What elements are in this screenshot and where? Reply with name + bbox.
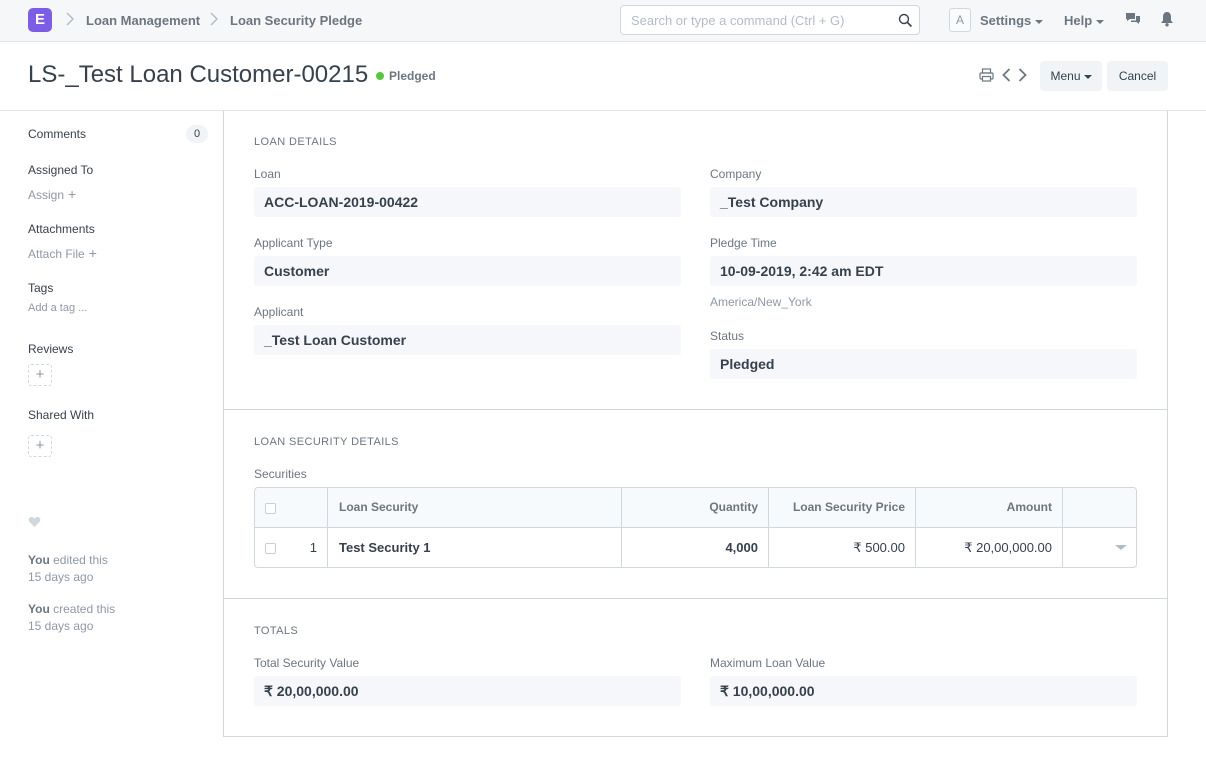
maximum-loan-value-label: Maximum Loan Value xyxy=(710,656,826,670)
column-header-loan-security-price[interactable]: Loan Security Price xyxy=(793,500,905,514)
menu-button-label: Menu xyxy=(1050,69,1081,83)
column-divider xyxy=(327,488,328,567)
loan-label: Loan xyxy=(254,167,281,181)
column-divider xyxy=(1062,488,1063,567)
activity-action: created this xyxy=(53,602,116,616)
shared-with-label: Shared With xyxy=(28,408,95,422)
status-label: Status xyxy=(710,329,745,343)
applicant-type-label: Applicant Type xyxy=(254,236,333,250)
loan-details-heading: LOAN DETAILS xyxy=(254,136,337,148)
row-index: 1 xyxy=(309,540,317,555)
company-label: Company xyxy=(710,167,762,181)
plus-icon: + xyxy=(88,245,97,261)
total-security-value-field[interactable]: ₹ 20,00,000.00 xyxy=(254,676,681,706)
search-box xyxy=(620,5,920,35)
column-header-amount[interactable]: Amount xyxy=(1007,500,1052,514)
add-review-button[interactable]: + xyxy=(28,364,52,386)
plus-icon: + xyxy=(35,366,45,383)
column-divider xyxy=(621,488,622,567)
settings-label: Settings xyxy=(980,13,1032,28)
applicant-field[interactable]: _Test Loan Customer xyxy=(254,325,681,355)
total-security-value-label: Total Security Value xyxy=(254,656,360,670)
company-field[interactable]: _Test Company xyxy=(710,187,1137,217)
settings-dropdown[interactable]: Settings xyxy=(980,13,1044,28)
caret-down-icon xyxy=(1035,19,1044,24)
comments-label: Comments xyxy=(28,127,87,141)
avatar[interactable]: A xyxy=(949,8,971,32)
loan-field[interactable]: ACC-LOAN-2019-00422 xyxy=(254,187,681,217)
pledge-time-field[interactable]: 10-09-2019, 2:42 am EDT xyxy=(710,256,1137,286)
activity-time: 15 days ago xyxy=(28,619,94,633)
attach-file-link-label: Attach File xyxy=(28,247,85,261)
section-divider xyxy=(224,409,1167,410)
caret-down-icon xyxy=(1096,19,1105,24)
assigned-to-label: Assigned To xyxy=(28,163,94,177)
pledge-time-label: Pledge Time xyxy=(710,236,777,250)
activity-action: edited this xyxy=(53,553,108,567)
add-tag-link[interactable]: Add a tag ... xyxy=(28,302,87,314)
securities-table: Loan Security Quantity Loan Security Pri… xyxy=(254,487,1137,568)
navbar: E Loan Management Loan Security Pledge A… xyxy=(0,0,1206,42)
section-divider xyxy=(224,598,1167,599)
activity-user: You xyxy=(28,553,50,567)
cell-loan-security-price[interactable]: ₹ 500.00 xyxy=(853,540,905,556)
assign-link-label: Assign xyxy=(28,188,65,202)
search-input[interactable] xyxy=(621,6,891,34)
cell-amount[interactable]: ₹ 20,00,000.00 xyxy=(964,540,1052,556)
status-indicator-label: Pledged xyxy=(389,69,436,83)
row-dropdown-icon[interactable] xyxy=(1115,545,1127,550)
menu-button[interactable]: Menu xyxy=(1040,61,1102,91)
heart-icon[interactable] xyxy=(28,516,41,531)
help-dropdown[interactable]: Help xyxy=(1064,13,1105,28)
cell-quantity[interactable]: 4,000 xyxy=(725,540,758,555)
bell-icon[interactable] xyxy=(1160,11,1174,30)
activity-time: 15 days ago xyxy=(28,570,94,584)
activity-user: You xyxy=(28,602,50,616)
breadcrumb-loan-security-pledge[interactable]: Loan Security Pledge xyxy=(230,13,362,28)
status-field[interactable]: Pledged xyxy=(710,349,1137,379)
help-label: Help xyxy=(1064,13,1093,28)
plus-icon: + xyxy=(35,437,45,454)
tags-label: Tags xyxy=(28,281,54,295)
app-logo[interactable]: E xyxy=(28,8,52,32)
cancel-button[interactable]: Cancel xyxy=(1107,61,1168,91)
select-all-checkbox[interactable] xyxy=(265,503,276,514)
activity-item: You edited this 15 days ago xyxy=(28,552,108,586)
chat-icon[interactable] xyxy=(1125,11,1141,30)
attachments-label: Attachments xyxy=(28,222,95,236)
next-record-icon[interactable] xyxy=(1018,68,1027,85)
column-divider xyxy=(915,488,916,567)
breadcrumb-loan-management[interactable]: Loan Management xyxy=(86,13,200,28)
page-title: LS-_Test Loan Customer-00215 xyxy=(28,61,369,88)
loan-security-details-heading: LOAN SECURITY DETAILS xyxy=(254,436,399,448)
applicant-type-field[interactable]: Customer xyxy=(254,256,681,286)
chevron-right-icon xyxy=(66,12,74,26)
maximum-loan-value-field[interactable]: ₹ 10,00,000.00 xyxy=(710,676,1137,706)
attach-file-link[interactable]: Attach File + xyxy=(28,245,97,261)
assign-link[interactable]: Assign + xyxy=(28,186,76,202)
chevron-right-icon xyxy=(210,12,218,26)
caret-down-icon xyxy=(1083,74,1092,79)
previous-record-icon[interactable] xyxy=(1002,68,1011,85)
column-header-quantity[interactable]: Quantity xyxy=(709,500,758,514)
column-divider xyxy=(768,488,769,567)
status-indicator-dot xyxy=(376,72,384,80)
add-share-button[interactable]: + xyxy=(28,435,52,457)
totals-heading: TOTALS xyxy=(254,625,299,637)
print-icon[interactable] xyxy=(979,68,994,85)
activity-item: You created this 15 days ago xyxy=(28,601,115,635)
cell-loan-security[interactable]: Test Security 1 xyxy=(339,540,431,555)
timezone-note: America/New_York xyxy=(710,295,812,309)
reviews-label: Reviews xyxy=(28,342,74,356)
row-checkbox[interactable] xyxy=(265,543,276,554)
comments-count-badge: 0 xyxy=(186,125,208,143)
plus-icon: + xyxy=(68,186,77,202)
column-header-loan-security[interactable]: Loan Security xyxy=(339,500,418,514)
applicant-label: Applicant xyxy=(254,305,304,319)
securities-label: Securities xyxy=(254,467,307,481)
search-icon[interactable] xyxy=(898,13,913,31)
